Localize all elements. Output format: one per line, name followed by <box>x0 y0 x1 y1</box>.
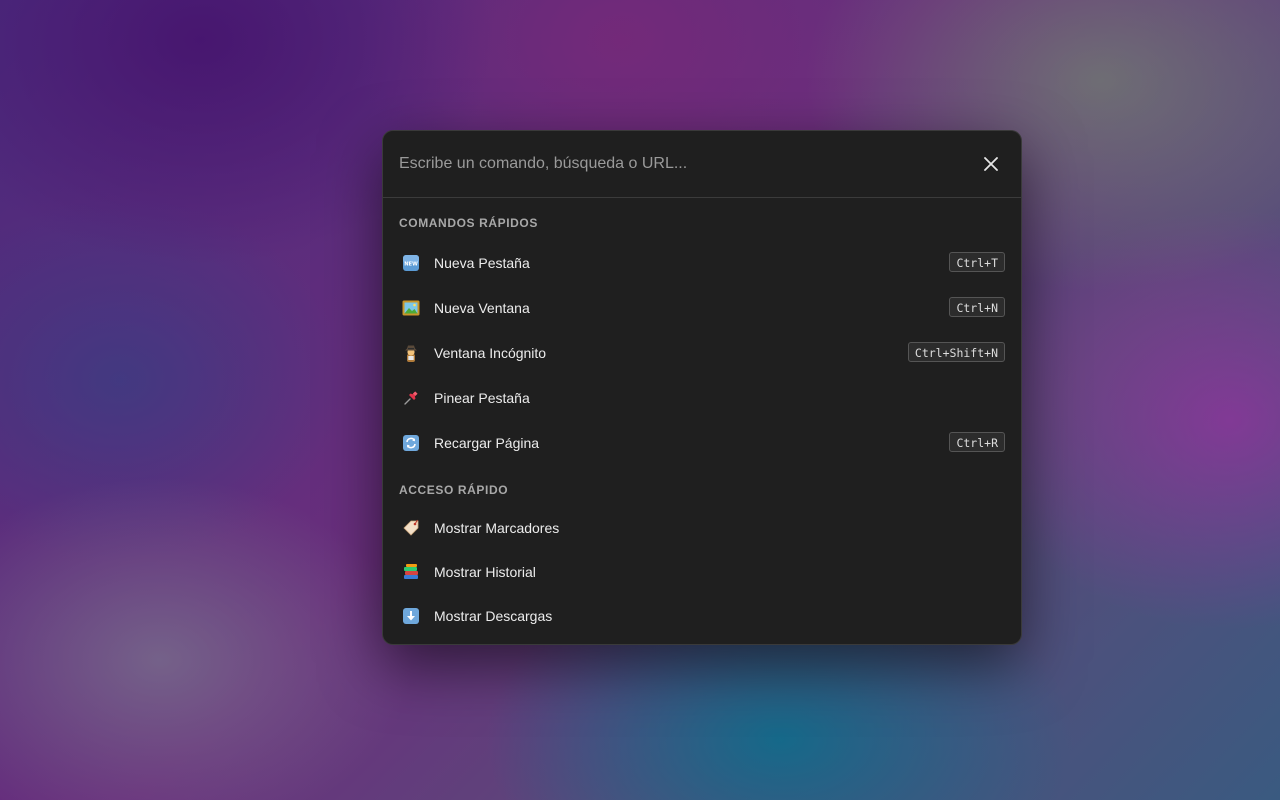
section-header-quick-commands: COMANDOS RÁPIDOS <box>399 216 538 230</box>
svg-text:NEW: NEW <box>404 262 418 268</box>
command-item-new-tab[interactable]: NEW Nueva Pestaña Ctrl+T <box>391 243 1013 283</box>
shortcut-badge: Ctrl+Shift+N <box>907 342 1005 362</box>
close-button[interactable] <box>979 152 1003 176</box>
shortcut-badge: Ctrl+N <box>949 297 1005 317</box>
command-item-reload-page[interactable]: Recargar Página Ctrl+R <box>391 423 1013 463</box>
section-header-quick-access: ACCESO RÁPIDO <box>399 483 509 497</box>
command-label: Pinear Pestaña <box>434 390 530 406</box>
framed-picture-icon <box>402 299 420 317</box>
new-badge-icon: NEW <box>402 254 420 272</box>
detective-icon <box>402 344 420 362</box>
command-item-new-window[interactable]: Nueva Ventana Ctrl+N <box>391 288 1013 328</box>
close-icon <box>984 157 998 171</box>
command-item-show-downloads[interactable]: Mostrar Descargas <box>391 596 1013 636</box>
down-arrow-icon <box>402 607 420 625</box>
command-label: Ventana Incógnito <box>434 345 547 361</box>
shortcut-badge: Ctrl+T <box>949 252 1005 272</box>
command-palette: COMANDOS RÁPIDOS NEW Nueva Pestaña Ctrl+… <box>382 130 1022 645</box>
command-label: Mostrar Historial <box>434 564 536 580</box>
reload-arrows-icon <box>402 434 420 452</box>
command-label: Nueva Pestaña <box>434 255 530 271</box>
shortcut-badge: Ctrl+R <box>949 432 1005 452</box>
bookmark-tag-icon <box>402 519 420 537</box>
command-label: Mostrar Descargas <box>434 608 553 624</box>
search-bar <box>383 131 1021 198</box>
command-label: Mostrar Marcadores <box>434 520 560 536</box>
desktop-wallpaper: COMANDOS RÁPIDOS NEW Nueva Pestaña Ctrl+… <box>0 0 1280 800</box>
command-item-incognito-window[interactable]: Ventana Incógnito Ctrl+Shift+N <box>391 333 1013 373</box>
command-label: Nueva Ventana <box>434 300 530 316</box>
books-stack-icon <box>402 563 420 581</box>
pushpin-icon <box>402 389 420 407</box>
command-item-show-bookmarks[interactable]: Mostrar Marcadores <box>391 508 1013 548</box>
command-item-show-history[interactable]: Mostrar Historial <box>391 552 1013 592</box>
command-search-input[interactable] <box>383 131 963 197</box>
command-label: Recargar Página <box>434 435 540 451</box>
command-item-pin-tab[interactable]: Pinear Pestaña <box>391 378 1013 418</box>
